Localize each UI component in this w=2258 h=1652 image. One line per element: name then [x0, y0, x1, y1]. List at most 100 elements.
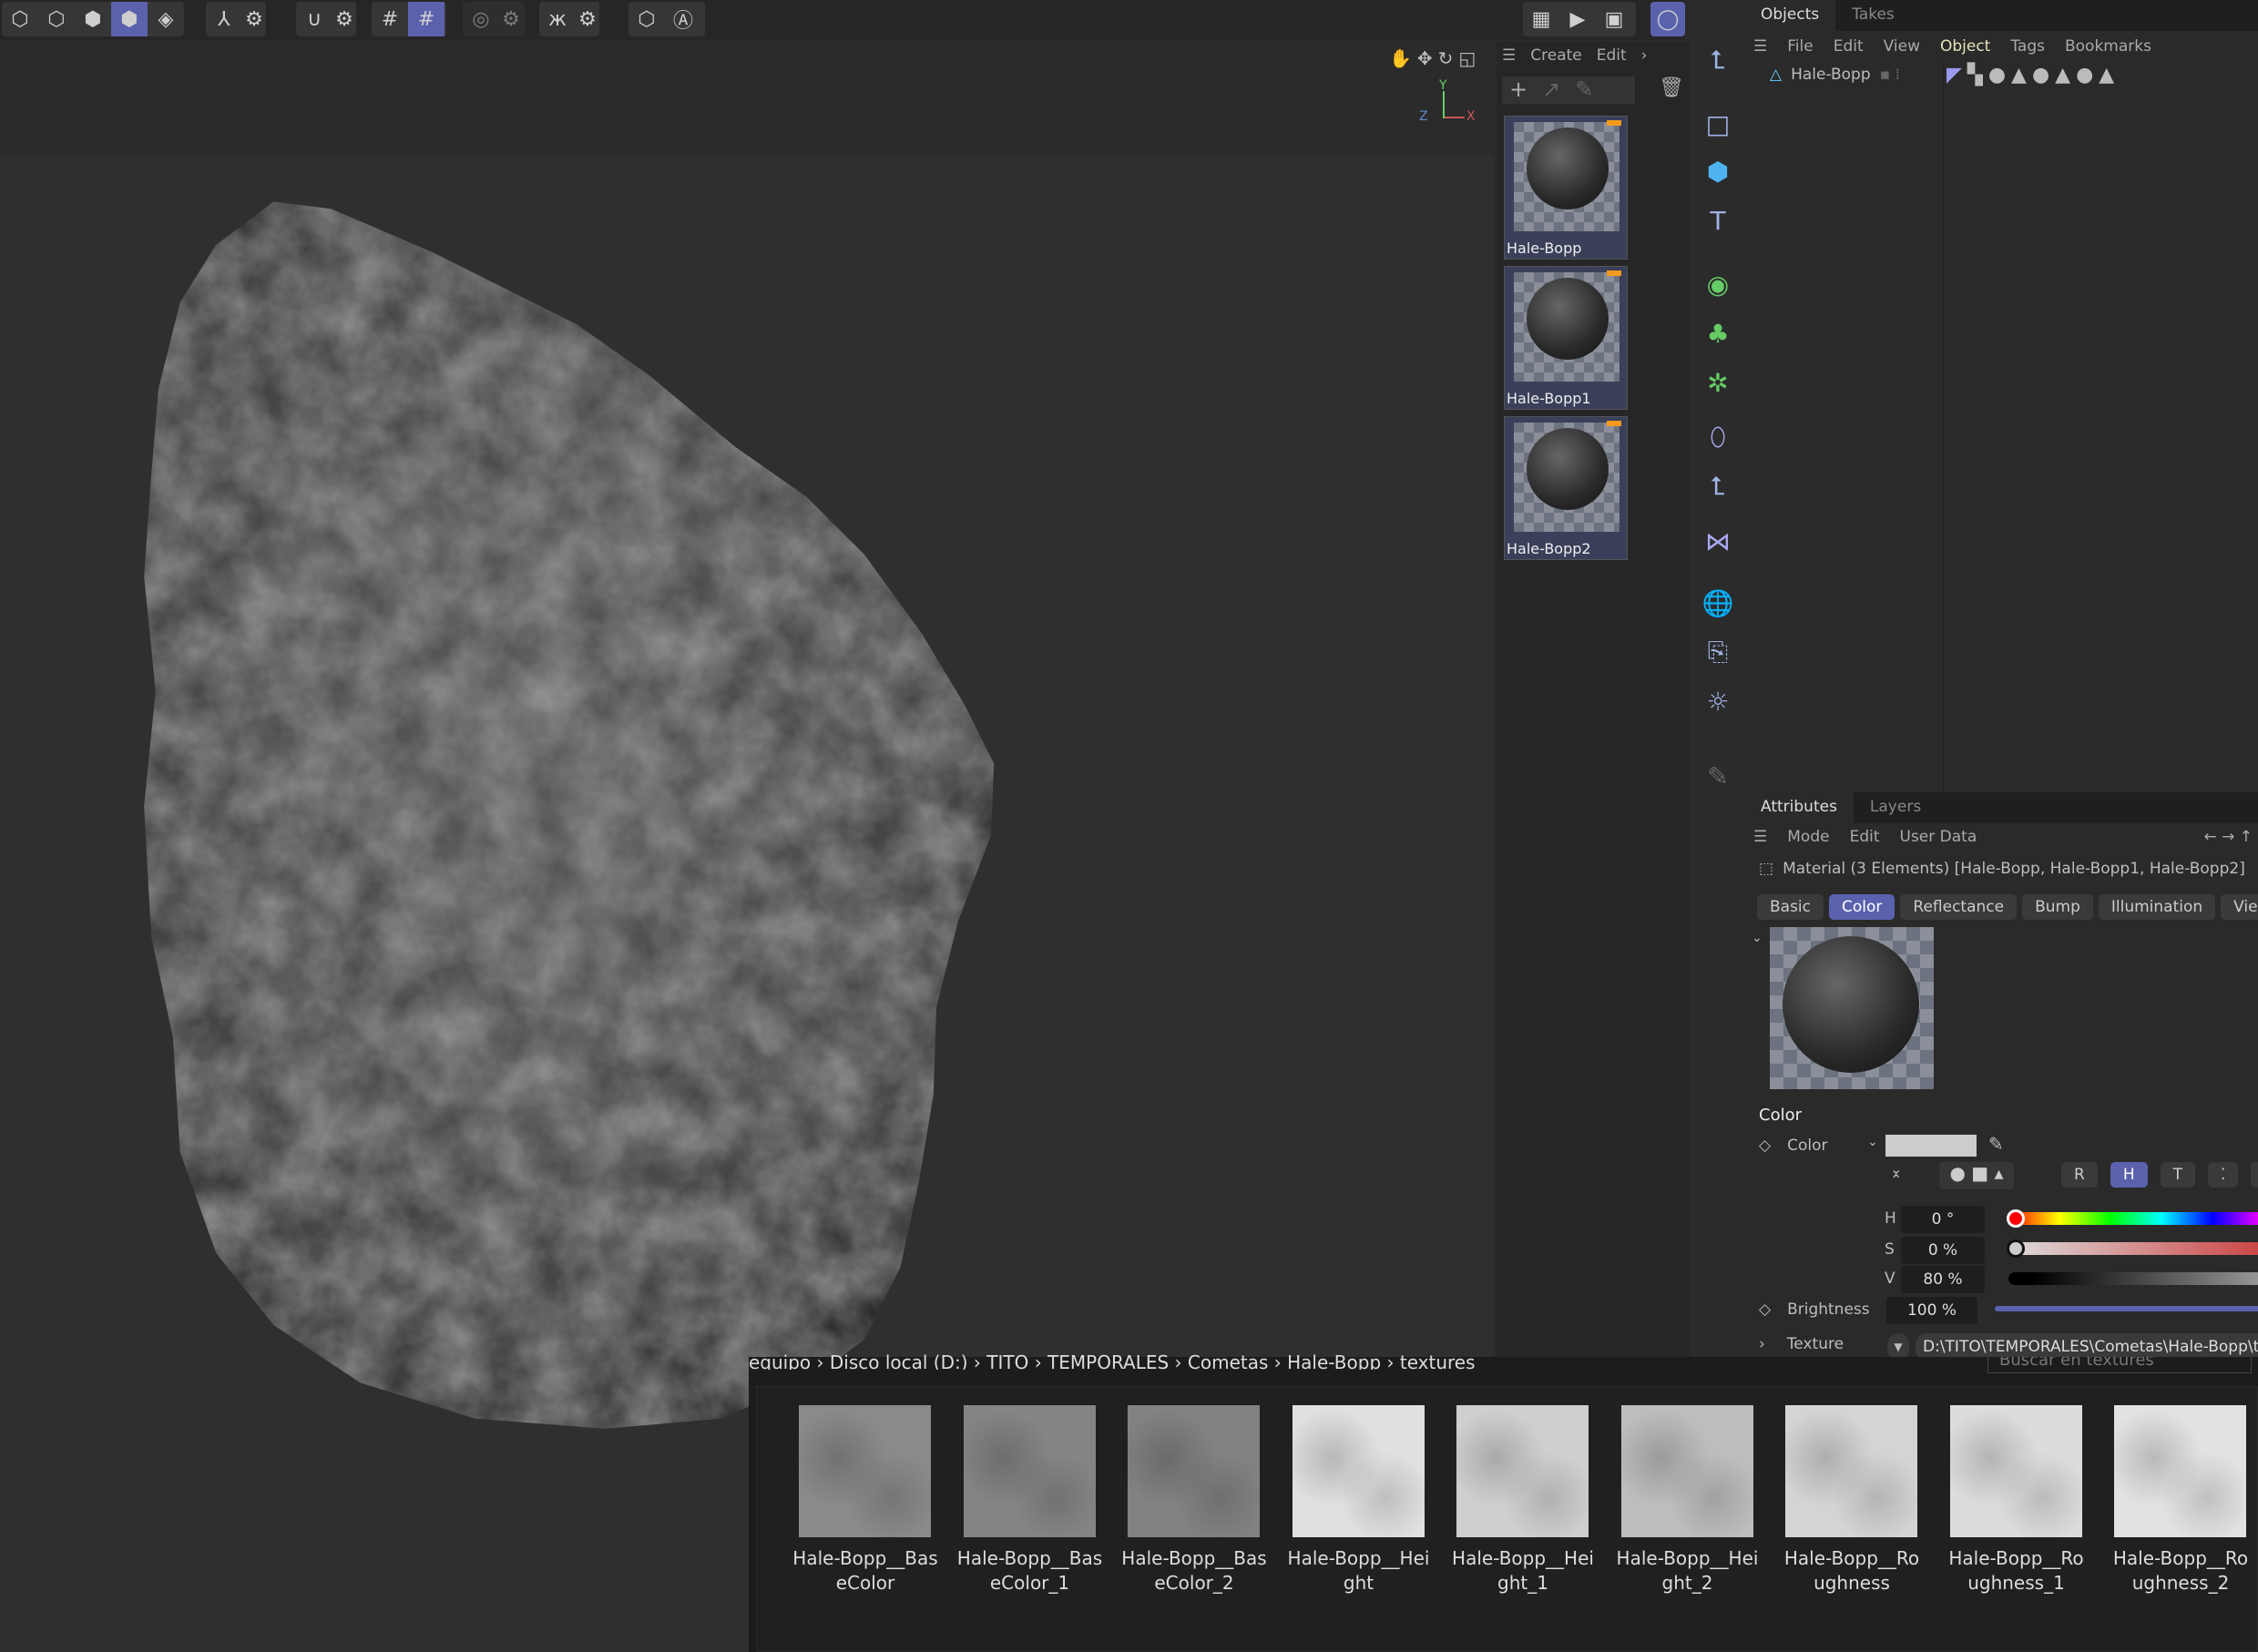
selection-tag-icon[interactable]: ▲ — [2011, 64, 2027, 87]
nav-arrows-icon[interactable]: ← → ↑ — [2203, 828, 2253, 846]
menu-view[interactable]: View — [1884, 37, 1920, 56]
add-icon[interactable]: + — [1509, 76, 1527, 104]
subtab-color[interactable]: Color — [1829, 894, 1895, 920]
brightness-slider[interactable] — [1995, 1306, 2258, 1311]
texture-thumbnail[interactable] — [1292, 1405, 1425, 1537]
texture-thumbnail[interactable] — [1620, 1405, 1753, 1537]
subtab-illumination[interactable]: Illumination — [2098, 894, 2216, 920]
material-swatch[interactable]: Hale-Bopp2 — [1504, 416, 1628, 560]
subtab-bump[interactable]: Bump — [2022, 894, 2093, 920]
saturation-slider[interactable] — [2007, 1239, 2258, 1258]
color-type-buttons[interactable]: ● ■ ▴ — [1939, 1162, 2014, 1189]
render-view-icon[interactable]: ▦ — [1523, 2, 1559, 36]
selection-tag-icon[interactable]: ▲ — [2099, 64, 2114, 87]
hue-field[interactable]: 0 ° — [1901, 1206, 1985, 1233]
hue-slider[interactable] — [2007, 1209, 2258, 1228]
tab-takes[interactable]: Takes — [1835, 0, 1911, 31]
render-icon[interactable]: ▶ — [1559, 2, 1596, 36]
menu-object[interactable]: Object — [1940, 37, 1990, 56]
menu-hamburger-icon[interactable]: ☰ — [1502, 46, 1516, 65]
menu-edit[interactable]: Edit — [1834, 37, 1864, 56]
material-swatch[interactable]: Hale-Bopp — [1504, 116, 1628, 260]
text-icon[interactable]: T — [1700, 202, 1736, 239]
texture-file-name[interactable]: Hale-Bopp__Hei ght — [1277, 1546, 1441, 1596]
menu-file[interactable]: File — [1787, 37, 1813, 56]
material-swatch[interactable]: Hale-Bopp1 — [1504, 266, 1628, 410]
menu-edit[interactable]: Edit — [1597, 46, 1627, 65]
texture-thumbnail[interactable] — [799, 1405, 931, 1537]
menu-hamburger-icon[interactable]: ☰ — [1753, 828, 1767, 846]
value-field[interactable]: 80 % — [1901, 1266, 1985, 1293]
phong-tag-icon[interactable]: ◤ — [1946, 64, 1962, 87]
texture-file-name[interactable]: Hale-Bopp__Bas eColor_2 — [1112, 1546, 1276, 1596]
chevron-right-icon[interactable]: › — [1759, 1335, 1765, 1353]
null-icon[interactable]: ⮤ — [1700, 468, 1736, 505]
collapse-chevron-icon[interactable]: ⌄ — [1752, 931, 1762, 945]
keyframe-diamond-icon[interactable]: ◇ — [1759, 1300, 1771, 1319]
menu-tags[interactable]: Tags — [2010, 37, 2045, 56]
saturation-field[interactable]: 0 % — [1901, 1237, 1985, 1264]
mode-temperature[interactable]: T — [2160, 1162, 2195, 1188]
subtab-reflectance[interactable]: Reflectance — [1900, 894, 2018, 920]
menu-create[interactable]: Create — [1530, 46, 1582, 65]
subtab-viewport[interactable]: Viewport — [2221, 894, 2258, 920]
eyedropper-icon[interactable]: ✎ — [1988, 1133, 2004, 1155]
keyframe-diamond-icon[interactable]: ◇ — [1759, 1137, 1771, 1155]
cloner-icon[interactable]: ♣ — [1700, 315, 1736, 352]
texture-thumbnail[interactable] — [963, 1405, 1096, 1537]
tab-objects[interactable]: Objects — [1744, 0, 1836, 31]
texture-thumbnail[interactable] — [1785, 1405, 1917, 1537]
tab-layers[interactable]: Layers — [1854, 792, 1937, 823]
rectangle-icon[interactable]: □ — [1700, 106, 1736, 142]
mode-rgb[interactable]: R — [2061, 1162, 2098, 1188]
effector-icon[interactable]: ✲ — [1700, 364, 1736, 401]
menu-hamburger-icon[interactable]: ☰ — [1753, 37, 1767, 56]
texture-file-name[interactable]: Hale-Bopp__Ro ughness_2 — [2099, 1546, 2258, 1596]
arrow-icon[interactable]: ↗ — [1542, 76, 1560, 104]
menu-bookmarks[interactable]: Bookmarks — [2065, 37, 2151, 56]
deformer-icon[interactable]: ⬯ — [1700, 419, 1736, 455]
edit-icon[interactable]: ✎ — [1575, 76, 1593, 104]
cube-icon[interactable]: ⬢ — [1700, 153, 1736, 189]
light-icon[interactable]: ☼ — [1700, 683, 1736, 719]
mode-hsv[interactable]: H — [2110, 1162, 2148, 1188]
object-row[interactable]: △ Hale-Bopp ▪ ⁞ — [1770, 66, 1900, 84]
color-swatch[interactable] — [1885, 1135, 1977, 1157]
visibility-icon[interactable]: ▪ ⁞ — [1880, 66, 1900, 84]
texture-file-name[interactable]: Hale-Bopp__Bas eColor — [783, 1546, 947, 1596]
texture-file-name[interactable]: Hale-Bopp__Ro ughness_1 — [1935, 1546, 2099, 1596]
texture-thumbnail[interactable] — [1456, 1405, 1589, 1537]
generator-icon[interactable]: ◉ — [1700, 266, 1736, 302]
menu-edit[interactable]: Edit — [1850, 828, 1880, 846]
render-settings-icon[interactable]: ▣ — [1596, 2, 1632, 36]
chevron-right-icon[interactable]: › — [1641, 46, 1648, 65]
texture-file-name[interactable]: Hale-Bopp__Bas eColor_1 — [948, 1546, 1112, 1596]
camera-icon[interactable]: ⎘ — [1700, 634, 1736, 670]
mode-mixer[interactable]: ⁚ — [2208, 1162, 2239, 1188]
texture-file-name[interactable]: Hale-Bopp__Hei ght_1 — [1441, 1546, 1605, 1596]
search-input[interactable]: Buscar en textures — [1987, 1357, 2252, 1373]
material-tag-icon[interactable]: ● — [2076, 64, 2093, 87]
texture-file-name[interactable]: Hale-Bopp__Ro ughness — [1770, 1546, 1934, 1596]
value-slider[interactable] — [2008, 1272, 2258, 1285]
sketch-icon[interactable]: ✎ — [1700, 758, 1736, 794]
selection-tag-icon[interactable]: ▲ — [2055, 64, 2070, 87]
environment-icon[interactable]: 🌐 — [1700, 585, 1736, 621]
menu-mode[interactable]: Mode — [1787, 828, 1829, 846]
texture-thumbnail[interactable] — [1949, 1405, 2082, 1537]
subtab-basic[interactable]: Basic — [1757, 894, 1824, 920]
tab-attributes[interactable]: Attributes — [1744, 792, 1854, 823]
breadcrumb[interactable]: equipo › Disco local (D:) › TITO › TEMPO… — [749, 1351, 1476, 1370]
texture-thumbnail[interactable] — [1128, 1405, 1260, 1537]
field-icon[interactable]: ⋈ — [1700, 523, 1736, 559]
coordinate-tool-icon[interactable]: ⮤ — [1700, 42, 1736, 78]
material-tag-icon[interactable]: ● — [2032, 64, 2049, 87]
mode-hex[interactable]: # — [2251, 1162, 2258, 1188]
chevron-down-icon[interactable]: ⌄ — [1867, 1135, 1878, 1149]
material-tag-icon[interactable]: ● — [1988, 64, 2006, 87]
texture-file-name[interactable]: Hale-Bopp__Hei ght_2 — [1606, 1546, 1770, 1596]
texture-thumbnail[interactable] — [2114, 1405, 2246, 1537]
expand-icon[interactable]: ⌄ ⌃ — [1890, 1162, 1902, 1188]
menu-user-data[interactable]: User Data — [1900, 828, 1977, 846]
uvw-tag-icon[interactable]: ▚ — [1967, 64, 1983, 87]
